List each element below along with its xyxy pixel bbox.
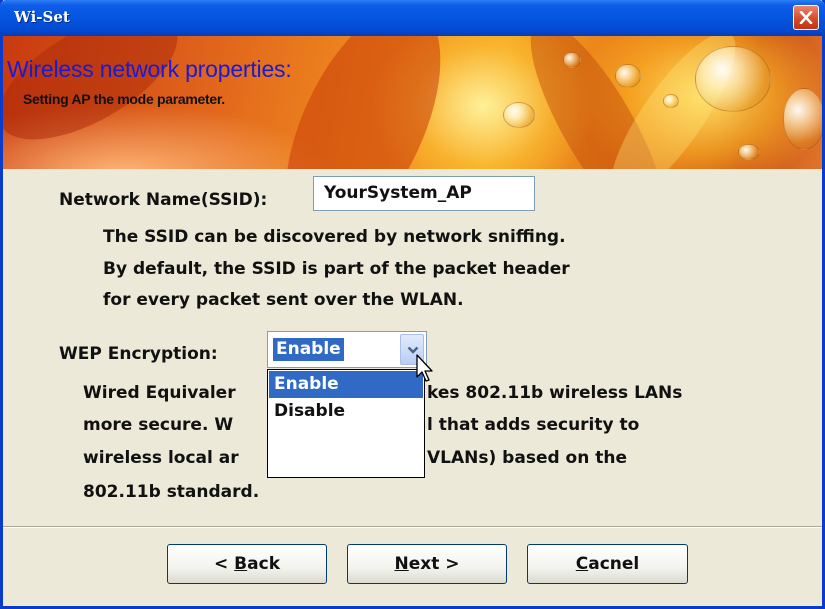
footer-divider bbox=[3, 526, 822, 528]
wep-option-disable[interactable]: Disable bbox=[269, 398, 423, 425]
back-button[interactable]: < Back bbox=[167, 544, 327, 584]
wep-description-fragment: kes 802.11b wireless LANs bbox=[427, 383, 683, 403]
ssid-description-line: The SSID can be discovered by network sn… bbox=[103, 227, 566, 247]
ssid-description-line: for every packet sent over the WLAN. bbox=[103, 290, 464, 310]
wep-description-fragment: Wired Equivaler bbox=[83, 383, 236, 403]
wep-description-fragment: l that adds security to bbox=[427, 415, 640, 435]
banner-subtitle: Setting AP the mode parameter. bbox=[23, 91, 225, 107]
wep-description-fragment: more secure. W bbox=[83, 415, 234, 435]
ssid-description-line: By default, the SSID is part of the pack… bbox=[103, 259, 570, 279]
banner-title: Wireless network properties: bbox=[7, 56, 292, 82]
header-banner: Wireless network properties: Setting AP … bbox=[3, 36, 822, 169]
wep-dropdown-list: Enable Disable bbox=[267, 369, 425, 478]
wizard-window: Wi-Set Wireless network properties: Sett… bbox=[0, 0, 825, 609]
window-title: Wi-Set bbox=[14, 8, 70, 26]
close-button[interactable] bbox=[793, 5, 819, 30]
wep-encryption-select[interactable]: Enable bbox=[267, 331, 427, 368]
close-icon bbox=[799, 11, 813, 24]
mouse-pointer-icon bbox=[416, 354, 433, 382]
title-bar: Wi-Set bbox=[0, 0, 825, 36]
wep-selected-value: Enable bbox=[273, 338, 344, 361]
wep-description-line: 802.11b standard. bbox=[83, 482, 260, 502]
next-button[interactable]: Next > bbox=[347, 544, 507, 584]
ssid-input[interactable]: YourSystem_AP bbox=[313, 176, 535, 211]
cancel-button[interactable]: Cacnel bbox=[527, 544, 688, 584]
wep-description-fragment: VLANs) based on the bbox=[427, 448, 628, 468]
wep-option-enable[interactable]: Enable bbox=[269, 371, 423, 398]
wep-label: WEP Encryption: bbox=[59, 344, 218, 364]
wep-description-fragment: wireless local ar bbox=[83, 448, 239, 468]
ssid-label: Network Name(SSID): bbox=[59, 190, 268, 210]
